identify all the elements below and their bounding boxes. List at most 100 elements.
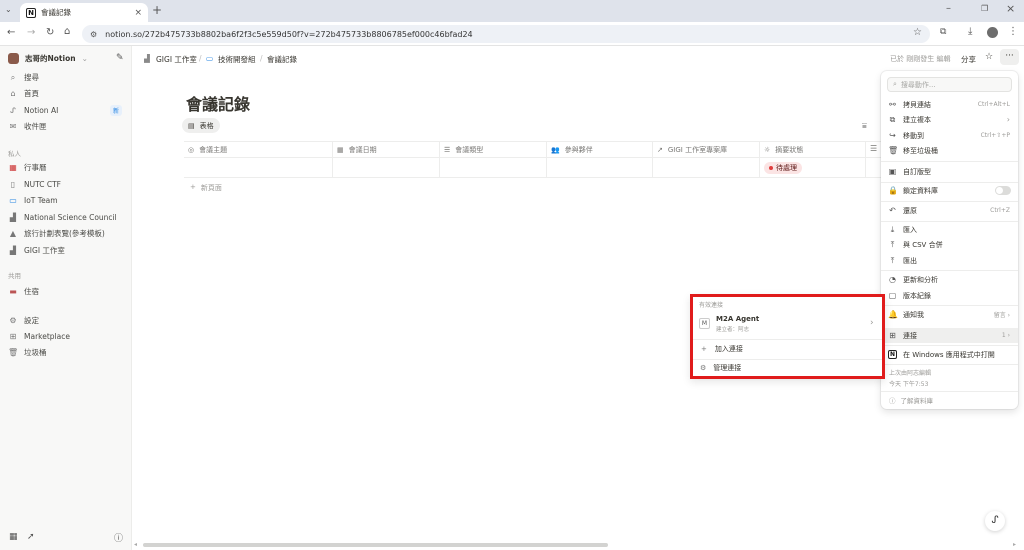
sidebar-item-settings[interactable]: ⚙ 設定 (8, 313, 126, 328)
menu-item-move-to[interactable]: ↪ 移動到 Ctrl+⇧+P (881, 128, 1018, 143)
breadcrumb-tech-dev[interactable]: 技術開發組 (218, 54, 256, 65)
sidebar-item-gigi[interactable]: ▟ GIGI 工作室 (8, 243, 126, 258)
new-page-icon[interactable]: ✎ (116, 53, 124, 63)
sidebar-item-trash[interactable]: 🗑 垃圾桶 (8, 345, 126, 360)
minimize-icon[interactable]: – (946, 3, 951, 14)
column-header-type[interactable]: ☰ 會議類型 (444, 143, 483, 157)
menu-divider (881, 345, 1018, 346)
laptop-icon: ▭ (9, 196, 17, 205)
window-close-icon[interactable]: × (1006, 2, 1015, 15)
breadcrumb-gigi[interactable]: GIGI 工作室 (156, 54, 197, 65)
menu-item-notify[interactable]: 🔔 通知我 留言 › (881, 307, 1018, 322)
forward-icon[interactable]: → (27, 27, 35, 38)
menu-item-open-in-app[interactable]: N 在 Windows 應用程式中打開 (881, 347, 1018, 362)
sidebar-item-home[interactable]: ⌂ 首頁 (8, 86, 126, 101)
database-title[interactable]: 會議記錄 (186, 91, 250, 115)
column-header-topic[interactable]: ◎ 會議主題 (188, 143, 227, 157)
menu-item-connections[interactable]: ⊞ 連接 1 › (881, 328, 1018, 343)
connections-submenu: 有效連接 M M2A Agent 建立者：阿志 › + 加入連接 ⚙ 管理連接 (690, 294, 885, 379)
add-connection-item[interactable]: + 加入連接 (701, 344, 743, 354)
url-field[interactable]: ⚙ notion.so/272b475733b8802ba6f2f3c5e559… (82, 25, 930, 43)
browser-menu-icon[interactable]: ⋮ (1008, 26, 1018, 37)
connection-item-m2a-agent[interactable]: M M2A Agent 建立者：阿志 › (696, 312, 879, 336)
maximize-icon[interactable]: ❐ (981, 4, 988, 13)
workspace-switcher[interactable]: 志哥的Notion ⌄ (8, 51, 126, 66)
menu-item-lock-database[interactable]: 🔒 鎖定資料庫 (881, 183, 1018, 198)
learn-database-link[interactable]: ⓘ 了解資料庫 (889, 395, 933, 405)
status-badge[interactable]: 待處理 (764, 162, 802, 174)
laptop-icon: ▭ (206, 54, 214, 63)
sidebar-item-notion-ai[interactable]: ᔑ Notion AI 新 (8, 103, 126, 118)
add-connection-label: 加入連接 (714, 345, 743, 353)
menu-search-input[interactable]: ⌕ 搜尋動作... (887, 77, 1012, 92)
sidebar-item-calendar[interactable]: ▦ 行事曆 (8, 160, 126, 175)
sidebar-item-iot-team[interactable]: ▭ IoT Team (8, 193, 126, 208)
sidebar-item-travel[interactable]: ▲ 旅行計劃表覽(參考模板) (8, 226, 126, 241)
people-icon: 👥 (551, 146, 560, 154)
menu-item-merge-csv[interactable]: ⤒ 與 CSV 合併 (881, 237, 1018, 252)
menu-item-customize-layout[interactable]: ▣ 自訂版型 (881, 164, 1018, 179)
menu-item-analytics[interactable]: ◔ 更新和分析 (881, 272, 1018, 287)
submenu-divider (693, 359, 882, 360)
copy-icon: ⧉ (889, 114, 896, 124)
menu-item-duplicate[interactable]: ⧉ 建立複本 › (881, 112, 1018, 127)
sidebar-item-nutc-ctf[interactable]: ▯ NUTC CTF (8, 177, 126, 192)
calendar-icon: ▦ (337, 146, 344, 154)
menu-item-version-history[interactable]: ▢ 版本紀錄 (881, 288, 1018, 303)
sidebar-item-inbox[interactable]: ✉ 收件匣 (8, 119, 126, 134)
bookmark-star-icon[interactable]: ☆ (913, 27, 922, 38)
horizontal-scrollbar[interactable] (143, 543, 608, 547)
help-icon: ⓘ (889, 397, 896, 405)
column-header-summary-status[interactable]: ☼ 摘要狀態 (764, 143, 803, 157)
profile-avatar[interactable] (987, 27, 998, 38)
breadcrumb-meeting-notes[interactable]: 會議記錄 (267, 54, 297, 65)
menu-item-trash[interactable]: 🗑 移至垃圾桶 (881, 143, 1018, 158)
scroll-left-icon[interactable]: ◂ (134, 541, 137, 548)
sidebar: 志哥的Notion ⌄ ✎ ⌕ 搜尋 ⌂ 首頁 ᔑ Notion AI 新 ✉ … (0, 46, 132, 550)
site-info-icon[interactable]: ⚙ (90, 30, 97, 39)
menu-item-undo[interactable]: ↶ 還原 Ctrl+Z (881, 203, 1018, 218)
menu-item-export[interactable]: ⤒ 匯出 (881, 253, 1018, 268)
column-header-date[interactable]: ▦ 會議日期 (337, 143, 377, 157)
share-button[interactable]: 分享 (961, 54, 976, 65)
tab-list-chevron-icon[interactable]: ⌄ (5, 5, 12, 14)
sidebar-item-lodging[interactable]: ▬ 住宿 (8, 284, 126, 299)
sidebar-item-marketplace[interactable]: ⊞ Marketplace (8, 329, 126, 344)
filter-icon[interactable]: ⩸ (862, 121, 867, 131)
tab-close-icon[interactable]: × (134, 8, 142, 18)
back-icon[interactable]: ← (7, 27, 15, 38)
send-icon[interactable]: ➚ (27, 532, 35, 542)
menu-item-copy-link[interactable]: ⚯ 拷貝連結 Ctrl+Alt+L (881, 97, 1018, 112)
workspace-avatar (8, 53, 19, 64)
manage-connections-item[interactable]: ⚙ 管理連接 (700, 363, 741, 373)
home-icon[interactable]: ⌂ (64, 26, 70, 37)
more-options-button[interactable]: ··· (1000, 49, 1019, 65)
lock-toggle[interactable] (995, 186, 1011, 195)
sidebar-item-search[interactable]: ⌕ 搜尋 (8, 70, 126, 85)
scroll-right-icon[interactable]: ▸ (1013, 541, 1016, 548)
view-tab-table[interactable]: ▤ 表格 (182, 118, 220, 133)
marketplace-icon: ⊞ (9, 332, 17, 341)
menu-item-import[interactable]: ⤓ 匯入 (881, 222, 1018, 237)
extensions-icon[interactable]: ⧉ (940, 27, 946, 37)
help-icon[interactable]: ⓘ (114, 531, 123, 544)
column-divider (759, 141, 760, 177)
chart-icon: ▟ (9, 246, 17, 255)
agent-creator: 建立者：阿志 (716, 327, 750, 333)
page-icon: ▯ (10, 180, 16, 189)
sidebar-item-nsc[interactable]: ▟ National Science Council (8, 210, 126, 225)
reload-icon[interactable]: ↻ (46, 27, 54, 38)
calendar-app-icon[interactable]: ▦ (9, 532, 18, 542)
favorite-star-icon[interactable]: ☆ (985, 52, 993, 62)
menu-item-shortcut: Ctrl+Z (990, 207, 1010, 214)
breadcrumb-separator: / (260, 54, 263, 63)
sidebar-item-label: 旅行計劃表覽(參考模板) (24, 229, 105, 238)
notion-ai-float-button[interactable]: ᔑ (985, 511, 1005, 531)
download-icon[interactable]: ⤓ (968, 26, 972, 37)
column-header-projects[interactable]: ↗ GIGI 工作室專案庫 (657, 143, 727, 157)
browser-tab[interactable]: N 會議記錄 × (20, 3, 148, 22)
new-tab-icon[interactable]: + (152, 3, 162, 17)
column-header-participants[interactable]: 👥 參與夥伴 (551, 143, 593, 157)
new-page-row[interactable]: + 新頁面 (190, 183, 222, 193)
menu-item-label: 版本紀錄 (903, 291, 931, 300)
